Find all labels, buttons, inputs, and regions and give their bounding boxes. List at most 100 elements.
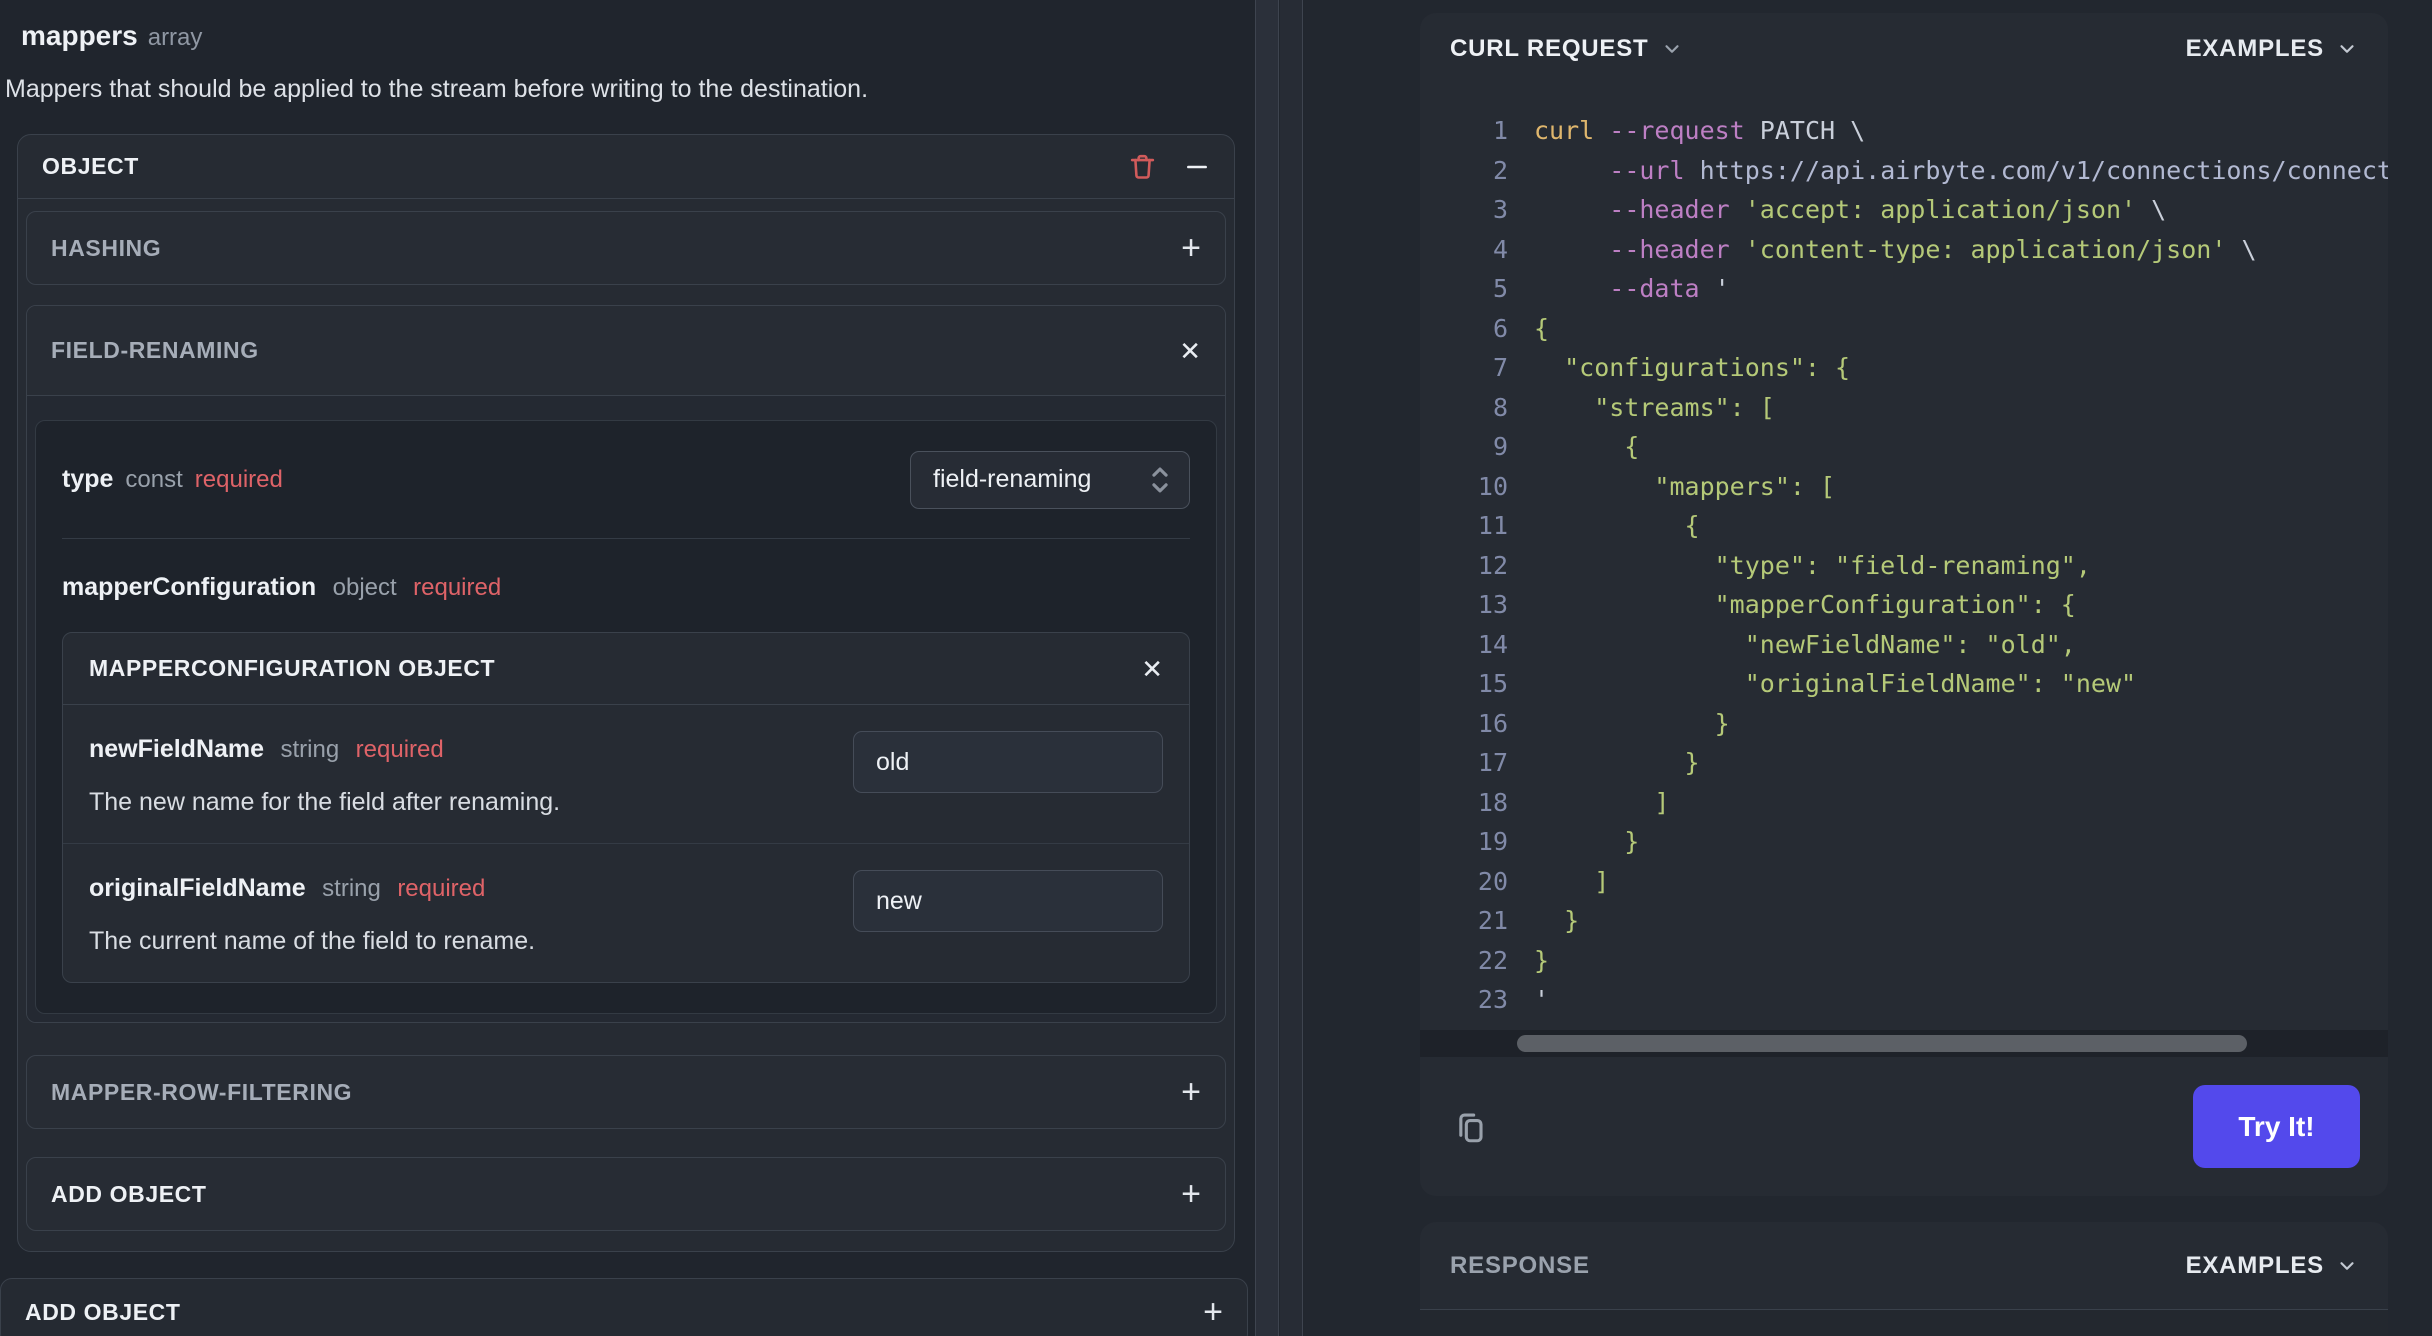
curl-examples-dropdown[interactable]: EXAMPLES (2186, 35, 2358, 63)
code-text: } (1534, 827, 1640, 856)
code-line: 21 } (1420, 901, 2388, 941)
code-line: 18 ] (1420, 783, 2388, 823)
expand-mapper-row-filtering-button[interactable]: + (1181, 1075, 1201, 1109)
field-renaming-header[interactable]: FIELD-RENAMING ✕ (27, 306, 1225, 396)
code-text: { (1534, 511, 1700, 540)
code-horizontal-scrollbar (1420, 1030, 2388, 1057)
code-text: --header 'content-type: application/json… (1609, 234, 2257, 264)
code-text: "type": "field-renaming", (1534, 550, 2091, 580)
expand-hashing-button[interactable]: + (1181, 231, 1201, 265)
type-field-row: type const required field-renaming (62, 421, 1190, 539)
type-select[interactable]: field-renaming (910, 450, 1190, 509)
code-line: 9 { (1420, 427, 2388, 467)
new-field-name-label: newFieldName (89, 735, 265, 763)
code-text: "originalFieldName": "new" (1534, 669, 2137, 698)
close-icon: ✕ (1141, 653, 1163, 684)
mapper-configuration-panel-title: MAPPERCONFIGURATION OBJECT (89, 655, 496, 681)
new-field-name-labels: newFieldName string required (89, 735, 853, 764)
original-field-name-labels: originalFieldName string required (89, 874, 853, 903)
response-examples-label: EXAMPLES (2185, 1251, 2324, 1279)
add-object-inner-label: ADD OBJECT (51, 1180, 207, 1207)
line-number: 21 (1477, 906, 1508, 935)
add-object-inner-button[interactable]: ADD OBJECT + (26, 1157, 1226, 1231)
section-hashing[interactable]: HASHING + (26, 211, 1226, 285)
object-panel-body: HASHING + FIELD-RENAMING ✕ type const re… (18, 199, 1234, 1251)
delete-object-button[interactable] (1127, 151, 1158, 182)
object-panel-header: OBJECT (18, 135, 1234, 199)
section-mapper-row-filtering[interactable]: MAPPER-ROW-FILTERING + (26, 1055, 1226, 1129)
close-field-renaming-button[interactable]: ✕ (1179, 338, 1201, 364)
code-line: 23 ' (1420, 980, 2388, 1020)
section-hashing-label: HASHING (51, 234, 162, 261)
trash-icon (1130, 154, 1155, 179)
field-renaming-content: type const required field-renaming mappe… (27, 396, 1225, 1022)
code-text: "mappers": [ (1534, 471, 1836, 501)
original-field-name-description: The current name of the field to rename. (89, 927, 536, 955)
try-it-button[interactable]: Try It! (2193, 1085, 2360, 1168)
close-mapper-configuration-button[interactable]: ✕ (1141, 656, 1163, 682)
new-field-name-info: newFieldName string required The new nam… (89, 727, 853, 817)
scrollbar-thumb[interactable] (1517, 1035, 2247, 1052)
add-object-inner-plus[interactable]: + (1181, 1177, 1201, 1211)
response-title: RESPONSE (1450, 1251, 1590, 1279)
curl-examples-label: EXAMPLES (2185, 35, 2324, 62)
field-description: Mappers that should be applied to the st… (5, 75, 869, 103)
schema-editor-column: mappers array Mappers that should be appl… (0, 0, 1258, 1336)
minus-icon (1187, 165, 1207, 168)
chevron-down-icon (2336, 1255, 2358, 1277)
line-number: 16 (1477, 708, 1508, 738)
code-text: } (1534, 708, 1730, 738)
code-block: 1 curl --request PATCH \ 2 --url https://a… (1420, 85, 2388, 1030)
mapper-configuration-required-badge: required (413, 574, 502, 601)
line-number: 2 (1492, 155, 1508, 185)
response-card-header: RESPONSE EXAMPLES (1420, 1222, 2388, 1310)
type-select-value: field-renaming (933, 465, 1092, 493)
new-field-name-description: The new name for the field after renamin… (89, 788, 561, 816)
line-number: 4 (1492, 234, 1508, 264)
code-line: 14 "newFieldName": "old", (1420, 625, 2388, 665)
code-text: curl --request PATCH \ (1534, 116, 1866, 145)
code-line: 16 } (1420, 704, 2388, 744)
object-panel-title: OBJECT (42, 153, 139, 179)
add-object-outer-plus[interactable]: + (1203, 1295, 1223, 1329)
mapper-configuration-name: mapperConfiguration (62, 573, 317, 601)
code-line: 1 curl --request PATCH \ (1420, 111, 2388, 151)
code-line: 13 "mapperConfiguration": { (1420, 585, 2388, 625)
plus-icon: + (1181, 1175, 1201, 1213)
panel-scrollbar-track[interactable] (1255, 0, 1279, 1336)
copy-code-button[interactable] (1448, 1105, 1492, 1149)
code-text: } (1534, 945, 1550, 975)
line-number: 8 (1492, 392, 1508, 422)
line-number: 7 (1492, 353, 1508, 382)
code-line: 10 "mappers": [ (1420, 467, 2388, 507)
chevron-down-icon (2336, 38, 2358, 60)
line-number: 23 (1477, 985, 1508, 1014)
line-number: 6 (1492, 313, 1508, 343)
collapse-object-button[interactable] (1184, 154, 1210, 180)
chevron-down-icon (1661, 38, 1683, 60)
line-number: 3 (1492, 195, 1508, 224)
line-number: 11 (1477, 511, 1508, 540)
new-field-name-input[interactable] (853, 731, 1163, 793)
add-object-outer-button[interactable]: ADD OBJECT + (0, 1278, 1248, 1336)
line-number: 19 (1477, 827, 1508, 856)
code-text: ] (1534, 866, 1610, 896)
code-line: 20 ] (1420, 862, 2388, 902)
response-examples-dropdown[interactable]: EXAMPLES (2186, 1252, 2358, 1280)
curl-request-dropdown[interactable]: CURL REQUEST (1450, 35, 1683, 63)
code-line: 19 } (1420, 822, 2388, 862)
plus-icon: + (1203, 1293, 1223, 1331)
new-field-name-row: newFieldName string required The new nam… (63, 705, 1189, 843)
line-number: 18 (1477, 787, 1508, 817)
code-text: ' (1534, 985, 1550, 1014)
code-text: "newFieldName": "old", (1534, 629, 2076, 659)
mapper-configuration-panel: MAPPERCONFIGURATION OBJECT ✕ newFieldNam… (62, 632, 1190, 983)
code-line: 3 --header 'accept: application/json' \ (1420, 190, 2388, 230)
curl-request-card: CURL REQUEST EXAMPLES 1 curl --request PA… (1420, 13, 2388, 1196)
code-line: 11 { (1420, 506, 2388, 546)
code-text: "streams": [ (1534, 392, 1775, 422)
code-text: { (1534, 313, 1550, 343)
line-number: 20 (1477, 866, 1508, 896)
code-line: 15 "originalFieldName": "new" (1420, 664, 2388, 704)
original-field-name-input[interactable] (853, 870, 1163, 932)
